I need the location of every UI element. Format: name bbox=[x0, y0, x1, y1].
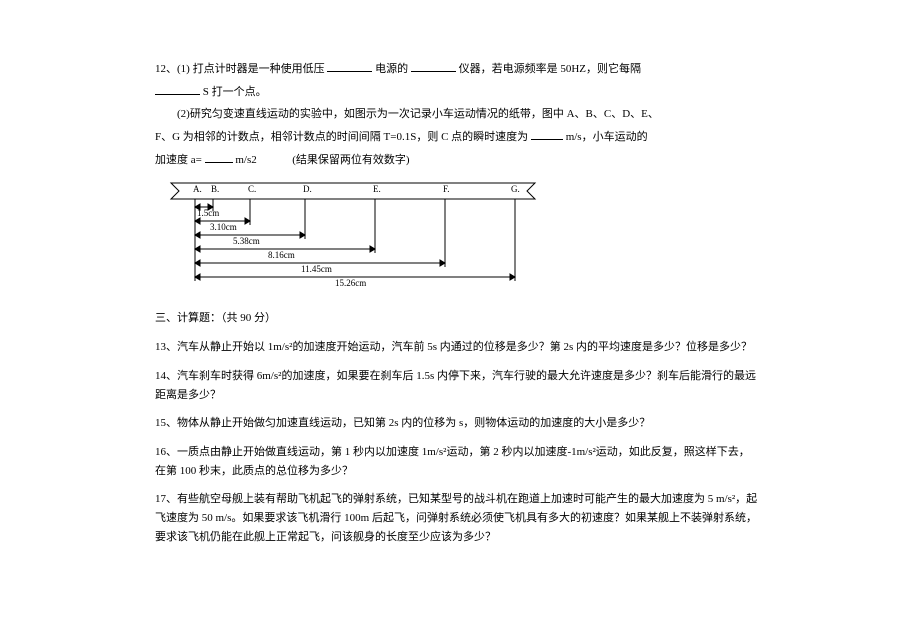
label-D: D. bbox=[303, 184, 312, 194]
q14: 14、汽车刹车时获得 6m/s²的加速度，如果要在刹车后 1.5s 内停下来，汽… bbox=[155, 367, 760, 404]
label-C: C. bbox=[248, 184, 256, 194]
q12-l4-p1: F、G 为相邻的计数点，相邻计数点的时间间隔 T=0.1S，则 C 点的瞬时速度… bbox=[155, 131, 528, 143]
q12-line2: S 打一个点。 bbox=[155, 83, 760, 102]
label-G: G. bbox=[511, 184, 520, 194]
q12-l5-p2: m/s2 bbox=[235, 154, 256, 166]
label-B: B. bbox=[211, 184, 219, 194]
q12-line1: 12、(1) 打点计时器是一种使用低压 电源的 仪器，若电源频率是 50HZ，则… bbox=[155, 60, 760, 79]
q13: 13、汽车从静止开始以 1m/s²的加速度开始运动，汽车前 5s 内通过的位移是… bbox=[155, 338, 760, 357]
label-E: E. bbox=[373, 184, 381, 194]
measure-3: 5.38cm bbox=[233, 236, 260, 246]
q16: 16、一质点由静止开始做直线运动，第 1 秒内以加速度 1m/s²运动，第 2 … bbox=[155, 443, 760, 480]
q12-line4: F、G 为相邻的计数点，相邻计数点的时间间隔 T=0.1S，则 C 点的瞬时速度… bbox=[155, 128, 760, 147]
q17: 17、有些航空母舰上装有帮助飞机起飞的弹射系统，已知某型号的战斗机在跑道上加速时… bbox=[155, 490, 760, 546]
q12-l2-p1: S 打一个点。 bbox=[203, 86, 267, 98]
q12-line5: 加速度 a= m/s2 (结果保留两位有效数字) bbox=[155, 151, 760, 170]
measure-6: 15.26cm bbox=[335, 278, 366, 288]
q12-l5-p1: 加速度 a= bbox=[155, 154, 202, 166]
tape-diagram: A. B. C. D. E. F. G. bbox=[163, 181, 760, 289]
q12-l5-p3: (结果保留两位有效数字) bbox=[292, 154, 409, 166]
q12-l4-p2: m/s，小车运动的 bbox=[566, 131, 648, 143]
q12-l1-p2: 电源的 bbox=[375, 63, 408, 75]
blank-interval[interactable] bbox=[155, 83, 200, 95]
q12-l1-p3: 仪器，若电源频率是 50HZ，则它每隔 bbox=[459, 63, 641, 75]
q12-l1-p1: 12、(1) 打点计时器是一种使用低压 bbox=[155, 63, 325, 75]
measure-5: 11.45cm bbox=[301, 264, 332, 274]
measure-2: 3.10cm bbox=[210, 222, 237, 232]
q15: 15、物体从静止开始做匀加速直线运动，已知第 2s 内的位移为 s，则物体运动的… bbox=[155, 414, 760, 433]
blank-accel[interactable] bbox=[205, 151, 233, 163]
measure-4: 8.16cm bbox=[268, 250, 295, 260]
blank-instrument[interactable] bbox=[411, 60, 456, 72]
measure-1: 1.5cm bbox=[197, 208, 219, 218]
q12-line3: (2)研究匀变速直线运动的实验中，如图示为一次记录小车运动情况的纸带，图中 A、… bbox=[155, 105, 760, 124]
label-F: F. bbox=[443, 184, 450, 194]
label-A: A. bbox=[193, 184, 202, 194]
blank-velocity[interactable] bbox=[531, 128, 563, 140]
blank-power[interactable] bbox=[327, 60, 372, 72]
section-3-title: 三、计算题：（共 90 分） bbox=[155, 309, 760, 328]
